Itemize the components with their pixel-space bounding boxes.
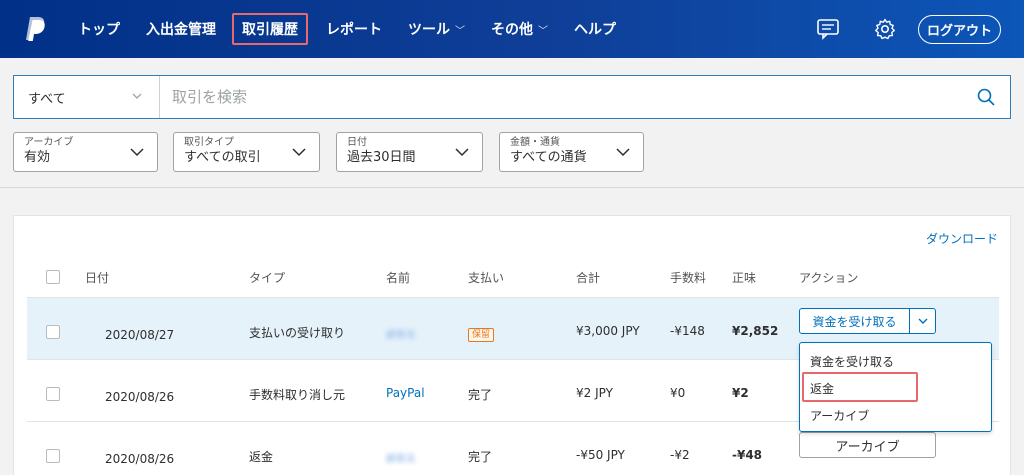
table-header: 日付 タイプ 名前 支払い 合計 手数料 正味 アクション	[27, 253, 999, 298]
row-fee: ¥0	[670, 386, 686, 400]
row-payment: 完了	[468, 450, 493, 464]
chevron-down-icon	[918, 318, 927, 324]
row-name[interactable]: PayPal	[386, 386, 425, 400]
column-header-date[interactable]: 日付	[85, 269, 109, 286]
accept-funds-split-button: 資金を受け取る	[799, 308, 936, 334]
chevron-down-icon	[455, 148, 469, 157]
row-type: 返金	[249, 450, 274, 464]
section-divider	[0, 187, 1024, 188]
search-input[interactable]	[160, 76, 1010, 118]
action-menu-toggle[interactable]	[910, 309, 935, 333]
row-type: 支払いの受け取り	[249, 326, 346, 340]
row-checkbox[interactable]	[46, 449, 60, 463]
row-net: ¥2	[732, 386, 749, 400]
filter-transaction-type[interactable]: 取引タイプ すべての取引	[173, 132, 320, 172]
column-header-payment: 支払い	[468, 271, 505, 285]
select-all-checkbox[interactable]	[46, 270, 60, 284]
search-icon[interactable]	[976, 87, 996, 107]
search-category-select[interactable]: すべて	[14, 76, 160, 118]
row-payment: 完了	[468, 388, 493, 402]
column-header-total: 合計	[576, 271, 601, 285]
nav-label: ツール	[408, 22, 450, 38]
row-net: -¥48	[732, 448, 763, 462]
nav-label: レポート	[326, 22, 382, 38]
highlight-box	[802, 372, 918, 402]
status-badge: 保留	[468, 328, 495, 342]
row-total: -¥50 JPY	[576, 448, 625, 462]
nav-item-activity[interactable]: 取引履歴	[232, 13, 308, 45]
column-header-action: アクション	[799, 271, 859, 285]
nav-item-funds[interactable]: 入出金管理	[138, 13, 224, 45]
download-link[interactable]: ダウンロード	[926, 230, 998, 247]
nav-label: トップ	[78, 22, 120, 38]
row-name[interactable]: 顧客名	[386, 326, 416, 341]
row-total: ¥2 JPY	[576, 386, 613, 400]
row-fee: -¥148	[670, 324, 705, 338]
filter-amount-currency[interactable]: 金額・通貨 すべての通貨	[499, 132, 644, 172]
action-dropdown-menu: 資金を受け取る 返金 アーカイブ	[799, 342, 992, 432]
search-bar: すべて	[13, 75, 1011, 119]
row-date: 2020/08/26	[105, 452, 175, 466]
chevron-down-icon	[130, 148, 144, 157]
archive-button[interactable]: アーカイブ	[799, 432, 936, 458]
nav-item-help[interactable]: ヘルプ	[566, 13, 624, 45]
chevron-down-icon: ﹀	[538, 25, 548, 37]
row-payment: 保留	[468, 326, 495, 342]
search-category-value: すべて	[28, 91, 66, 107]
column-header-net: 正味	[732, 271, 757, 285]
row-date: 2020/08/27	[105, 328, 175, 342]
column-header-fee: 手数料	[670, 271, 707, 285]
row-checkbox[interactable]	[46, 387, 60, 401]
main-nav: トップ 入出金管理 取引履歴 レポート ツール ﹀ その他 ﹀ ヘルプ	[70, 0, 634, 58]
row-fee: -¥2	[670, 448, 690, 462]
chevron-down-icon	[292, 148, 306, 157]
row-name[interactable]: 顧客名	[386, 450, 416, 465]
nav-label: 入出金管理	[146, 22, 216, 38]
row-date: 2020/08/26	[105, 390, 175, 404]
logout-button[interactable]: ログアウト	[918, 15, 1001, 44]
chevron-down-icon: ﹀	[455, 25, 465, 37]
message-icon[interactable]	[816, 17, 840, 41]
row-total: ¥3,000 JPY	[576, 324, 640, 338]
menu-item-archive[interactable]: アーカイブ	[810, 407, 869, 424]
column-header-name: 名前	[386, 271, 411, 285]
nav-item-more[interactable]: その他 ﹀	[483, 13, 556, 45]
menu-item-accept-funds[interactable]: 資金を受け取る	[810, 353, 894, 370]
filter-archive[interactable]: アーカイブ 有効	[13, 132, 158, 172]
column-header-type: タイプ	[249, 271, 286, 285]
nav-item-reports[interactable]: レポート	[318, 13, 390, 45]
accept-funds-button[interactable]: 資金を受け取る	[800, 309, 910, 333]
paypal-logo-icon[interactable]	[24, 16, 46, 42]
filter-date[interactable]: 日付 過去30日間	[336, 132, 483, 172]
nav-label: ヘルプ	[574, 22, 616, 38]
nav-item-tools[interactable]: ツール ﹀	[400, 13, 473, 45]
row-checkbox[interactable]	[46, 325, 60, 339]
nav-item-top[interactable]: トップ	[70, 13, 128, 45]
chevron-down-icon	[132, 93, 142, 99]
row-type: 手数料取り消し元	[249, 388, 346, 402]
row-net: ¥2,852	[732, 324, 779, 338]
nav-label: その他	[491, 22, 533, 38]
chevron-down-icon	[616, 148, 630, 157]
nav-label: 取引履歴	[242, 22, 298, 38]
top-nav-bar: トップ 入出金管理 取引履歴 レポート ツール ﹀ その他 ﹀ ヘルプ ログアウト	[0, 0, 1024, 58]
gear-icon[interactable]	[873, 17, 897, 41]
